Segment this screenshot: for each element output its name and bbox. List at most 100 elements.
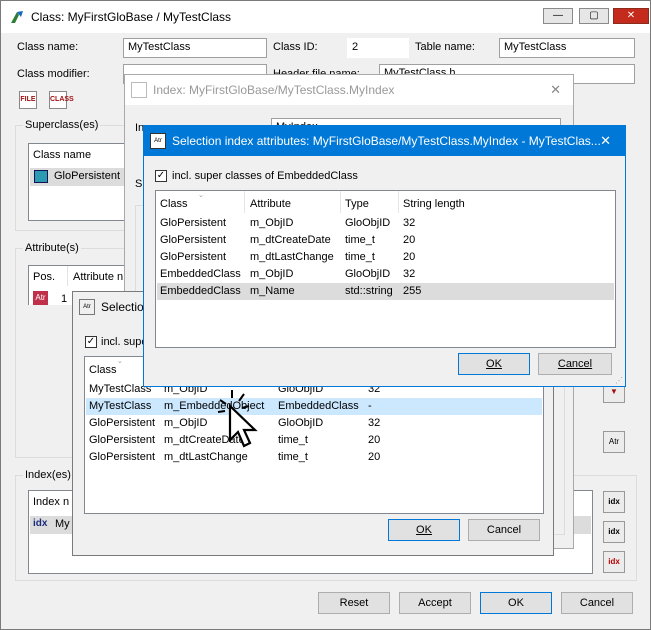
superclass-row[interactable]: GloPersistent	[30, 168, 136, 186]
sel1-class: GloPersistent	[160, 217, 227, 229]
sel1-class: EmbeddedClass	[160, 285, 241, 297]
sel2-cancel-button[interactable]: Cancel	[468, 519, 540, 541]
cancel-button[interactable]: Cancel	[561, 592, 633, 614]
selection-dialog-1: Atr Selection index attributes: MyFirstG…	[143, 125, 626, 387]
sel1-header-attribute[interactable]: Attribute	[250, 198, 291, 210]
index-s-label: S	[135, 178, 143, 190]
sel2-row[interactable]: MyTestClass m_EmbeddedObject EmbeddedCla…	[86, 398, 542, 415]
header-divider	[244, 191, 245, 213]
attribute-window-icon	[131, 82, 147, 98]
sel1-type: time_t	[345, 234, 375, 246]
sel1-row[interactable]: GloPersistent m_dtLastChange time_t 20	[157, 249, 614, 266]
sel1-row[interactable]: EmbeddedClass m_Name std::string 255	[157, 283, 614, 300]
attribute-icon: Atr	[33, 291, 48, 305]
sel1-class: GloPersistent	[160, 234, 227, 246]
superclass-group-title: Superclass(es)	[23, 119, 101, 131]
sel1-header-type[interactable]: Type	[345, 198, 369, 210]
sel2-ok-button[interactable]: OK	[388, 519, 460, 541]
resize-grip-icon[interactable]: ⋰	[615, 376, 623, 385]
close-icon[interactable]: ✕	[600, 133, 611, 149]
class-icon	[34, 170, 48, 183]
header-divider	[398, 191, 399, 213]
sel2-type: time_t	[278, 451, 308, 463]
sel1-class: GloPersistent	[160, 251, 227, 263]
sel2-class: MyTestClass	[89, 383, 152, 395]
sel1-len: 32	[403, 217, 416, 229]
class-name-label: Class name:	[17, 41, 79, 53]
accept-button[interactable]: Accept	[399, 592, 471, 614]
sel2-type: EmbeddedClass	[278, 400, 359, 412]
sel1-ok-button[interactable]: OK	[458, 353, 530, 375]
header-divider	[340, 191, 341, 213]
selection-dialog-1-titlebar[interactable]: Atr Selection index attributes: MyFirstG…	[144, 126, 625, 156]
selection-dialog-2-title: Selectio	[101, 300, 144, 314]
minimize-button[interactable]: —	[543, 8, 573, 24]
sel1-attr: m_dtCreateDate	[250, 234, 331, 246]
class-icon[interactable]: CLASS	[49, 91, 74, 109]
index-header[interactable]: Index n	[33, 496, 69, 508]
sel2-attr: m_dtLastChange	[164, 451, 248, 463]
class-modifier-label: Class modifier:	[17, 68, 90, 80]
selection-list[interactable]: ⌄ Class Attribute Type String length Glo…	[155, 190, 616, 348]
sel1-row[interactable]: EmbeddedClass m_ObjID GloObjID 32	[157, 266, 614, 283]
index-dialog-titlebar[interactable]: Index: MyFirstGloBase/MyTestClass.MyInde…	[125, 75, 573, 105]
sel2-type: GloObjID	[278, 417, 324, 429]
selection-dialog-1-title: Selection index attributes: MyFirstGloBa…	[172, 134, 601, 148]
sel1-row[interactable]: GloPersistent m_dtCreateDate time_t 20	[157, 232, 614, 249]
class-id-field[interactable]: 2	[347, 38, 409, 58]
sel2-class: MyTestClass	[89, 400, 152, 412]
header-divider	[67, 266, 68, 286]
sort-arrow-icon: ⌄	[117, 358, 123, 365]
sel2-type: time_t	[278, 434, 308, 446]
attr-header-pos[interactable]: Pos.	[33, 271, 55, 283]
sel2-len: -	[368, 400, 372, 412]
class-id-label: Class ID:	[273, 41, 318, 53]
sel1-attr: m_dtLastChange	[250, 251, 334, 263]
sel2-len: 20	[368, 451, 381, 463]
sort-arrow-icon: ⌄	[198, 192, 204, 199]
sel2-class: GloPersistent	[89, 451, 156, 463]
sel1-header-class[interactable]: Class	[160, 198, 188, 210]
sel2-row[interactable]: GloPersistent m_ObjID GloObjID 32	[86, 415, 542, 432]
index-name: My	[55, 518, 70, 530]
superclass-header[interactable]: Class name	[33, 149, 91, 161]
sel1-len: 32	[403, 268, 416, 280]
attr-pos: 1	[61, 293, 68, 305]
indexes-group-title: Index(es)	[23, 469, 73, 481]
main-title: Class: MyFirstGloBase / MyTestClass	[31, 10, 232, 24]
sel1-cancel-button[interactable]: Cancel	[538, 353, 612, 375]
ok-button[interactable]: OK	[480, 592, 552, 614]
file-icon[interactable]: FILE	[19, 91, 37, 109]
incl-super-checkbox[interactable]: ✓	[155, 170, 167, 182]
table-name-field[interactable]: MyTestClass	[499, 38, 635, 58]
sel1-attr: m_Name	[250, 285, 295, 297]
sel1-len: 20	[403, 251, 416, 263]
table-name-label: Table name:	[415, 41, 475, 53]
superclass-list[interactable]: Class name GloPersistent	[28, 143, 138, 221]
sel2-header-class[interactable]: Class	[89, 364, 117, 376]
attr-header-name[interactable]: Attribute n	[73, 271, 123, 283]
close-icon[interactable]: ✕	[550, 82, 561, 98]
incl-super-checkbox-2[interactable]: ✓	[85, 336, 97, 348]
main-titlebar[interactable]: Class: MyFirstGloBase / MyTestClass — ▢ …	[1, 1, 650, 33]
sel1-attr: m_ObjID	[250, 268, 294, 280]
attribute-window-icon: Atr	[150, 133, 166, 149]
sel2-row[interactable]: GloPersistent m_dtLastChange time_t 20	[86, 449, 542, 466]
class-name-field[interactable]: MyTestClass	[123, 38, 267, 58]
app-icon	[9, 9, 25, 25]
reset-button[interactable]: Reset	[318, 592, 390, 614]
sel1-header-length[interactable]: String length	[403, 198, 465, 210]
mouse-cursor-icon	[212, 388, 258, 450]
sel2-class: GloPersistent	[89, 417, 156, 429]
sel1-attr: m_ObjID	[250, 217, 294, 229]
sel2-row[interactable]: GloPersistent m_dtCreateDate time_t 20	[86, 432, 542, 449]
sel1-type: GloObjID	[345, 217, 391, 229]
index-dialog-title: Index: MyFirstGloBase/MyTestClass.MyInde…	[153, 83, 395, 97]
attribute-window-icon: Atr	[79, 299, 95, 315]
incl-super-label: incl. super classes of EmbeddedClass	[172, 170, 358, 182]
close-button[interactable]: ✕	[613, 8, 649, 24]
sel1-len: 20	[403, 234, 416, 246]
maximize-button[interactable]: ▢	[579, 8, 609, 24]
add-attribute-icon[interactable]: Atr	[603, 431, 625, 453]
sel1-row[interactable]: GloPersistent m_ObjID GloObjID 32	[157, 215, 614, 232]
